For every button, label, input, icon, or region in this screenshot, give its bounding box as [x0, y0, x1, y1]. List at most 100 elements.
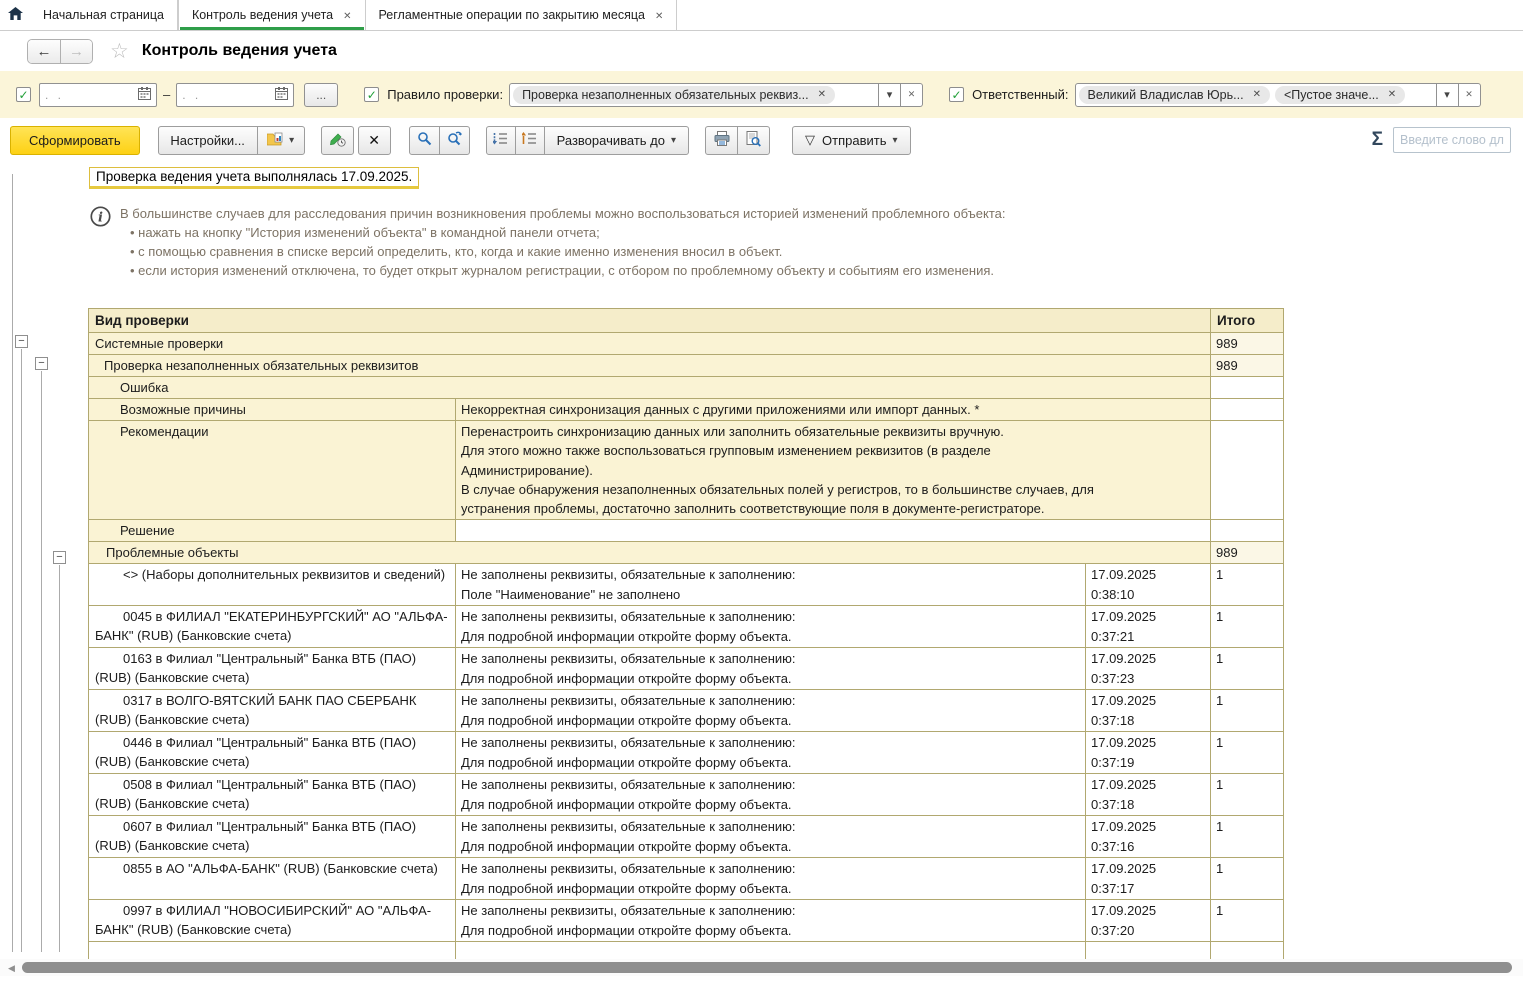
responsible-tag[interactable]: Великий Владислав Юрь... — [1079, 86, 1270, 104]
home-button[interactable] — [0, 0, 30, 30]
causes-label[interactable]: Возможные причины — [89, 399, 456, 421]
expand-all-button[interactable] — [515, 126, 545, 155]
problem-timestamp[interactable]: 17.09.20250:37:21 — [1086, 606, 1211, 648]
system-checks-label[interactable]: Системные проверки — [89, 333, 1211, 355]
date-from-field[interactable]: . . — [39, 83, 157, 107]
object-history-button[interactable] — [321, 126, 354, 155]
problem-timestamp[interactable]: 17.09.20250:38:10 — [1086, 564, 1211, 606]
back-button[interactable] — [28, 40, 60, 63]
rule-group-label[interactable]: Проверка незаполненных обязательных рекв… — [89, 355, 1211, 377]
find-next-button[interactable] — [439, 126, 470, 155]
error-label[interactable]: Ошибка — [89, 377, 1211, 399]
problem-object-name[interactable]: 0997 в ФИЛИАЛ "НОВОСИБИРСКИЙ" АО "АЛЬФА-… — [89, 900, 456, 942]
calendar-icon[interactable] — [275, 87, 288, 103]
problem-count[interactable]: 1 — [1211, 774, 1284, 816]
responsible-clear-button[interactable] — [1459, 83, 1481, 107]
close-icon[interactable] — [343, 9, 351, 22]
problem-count[interactable]: 1 — [1211, 900, 1284, 942]
responsible-checkbox[interactable] — [949, 87, 964, 102]
remove-tag-icon[interactable] — [1388, 90, 1396, 100]
problem-row[interactable]: 0163 в Филиал "Центральный" Банка ВТБ (П… — [89, 648, 1284, 690]
problem-timestamp[interactable]: 17.09.20250:37:18 — [1086, 690, 1211, 732]
remove-tag-icon[interactable] — [818, 90, 826, 100]
problem-timestamp[interactable]: 17.09.20250:37:23 — [1086, 648, 1211, 690]
problem-row[interactable]: 0317 в ВОЛГО-ВЯТСКИЙ БАНК ПАО СБЕРБАНК (… — [89, 690, 1284, 732]
cancel-button[interactable] — [358, 126, 391, 155]
collapse-group-icon[interactable] — [53, 551, 66, 564]
group-row[interactable]: Проверка незаполненных обязательных рекв… — [89, 355, 1284, 377]
problem-row[interactable]: <> (Наборы дополнительных реквизитов и с… — [89, 564, 1284, 606]
forward-button[interactable] — [60, 40, 92, 63]
problem-count[interactable]: 1 — [1211, 858, 1284, 900]
print-preview-button[interactable] — [737, 126, 770, 155]
problem-count[interactable]: 1 — [1211, 816, 1284, 858]
scroll-left-icon[interactable] — [8, 963, 15, 974]
scrollbar-thumb[interactable] — [22, 962, 1512, 973]
period-checkbox[interactable] — [16, 87, 31, 102]
rule-checkbox[interactable] — [364, 87, 379, 102]
find-button[interactable] — [409, 126, 440, 155]
responsible-combo[interactable]: Великий Владислав Юрь... <Пустое значе..… — [1075, 83, 1437, 107]
print-button[interactable] — [705, 126, 738, 155]
rule-group-total[interactable]: 989 — [1211, 355, 1284, 377]
problem-description[interactable]: Не заполнены реквизиты, обязательные к з… — [456, 564, 1086, 606]
rule-clear-button[interactable] — [901, 83, 923, 107]
send-button[interactable]: Отправить — [792, 126, 911, 155]
collapse-group-icon[interactable] — [15, 335, 28, 348]
rule-dropdown-button[interactable] — [879, 83, 901, 107]
problem-row[interactable]: 0997 в ФИЛИАЛ "НОВОСИБИРСКИЙ" АО "АЛЬФА-… — [89, 900, 1284, 942]
problem-description[interactable]: Не заполнены реквизиты, обязательные к з… — [456, 606, 1086, 648]
problem-row[interactable]: 0446 в Филиал "Центральный" Банка ВТБ (П… — [89, 732, 1284, 774]
tab-accounting-control[interactable]: Контроль ведения учета — [178, 0, 366, 30]
report-variants-button[interactable] — [257, 126, 305, 155]
rule-combo[interactable]: Проверка незаполненных обязательных рекв… — [509, 83, 879, 107]
error-row[interactable]: Ошибка — [89, 377, 1284, 399]
horizontal-scrollbar[interactable] — [0, 959, 1523, 976]
problem-description[interactable]: Не заполнены реквизиты, обязательные к з… — [456, 732, 1086, 774]
tab-start-page[interactable]: Начальная страница — [30, 0, 178, 30]
expand-to-button[interactable]: Разворачивать до — [544, 126, 689, 155]
problem-row[interactable]: 0045 в ФИЛИАЛ "ЕКАТЕРИНБУРГСКИЙ" АО "АЛЬ… — [89, 606, 1284, 648]
problem-objects-label[interactable]: Проблемные объекты — [89, 542, 1211, 564]
problem-description[interactable]: Не заполнены реквизиты, обязательные к з… — [456, 774, 1086, 816]
report-status-cell[interactable]: Проверка ведения учета выполнялась 17.09… — [89, 167, 419, 189]
solution-row[interactable]: Решение — [89, 520, 1284, 542]
tab-month-closing[interactable]: Регламентные операции по закрытию месяца — [366, 0, 678, 30]
problem-description[interactable]: Не заполнены реквизиты, обязательные к з… — [456, 690, 1086, 732]
group-row[interactable]: Системные проверки 989 — [89, 333, 1284, 355]
problem-object-name[interactable]: 0163 в Филиал "Центральный" Банка ВТБ (П… — [89, 648, 456, 690]
collapse-group-icon[interactable] — [35, 357, 48, 370]
problem-count[interactable]: 1 — [1211, 690, 1284, 732]
problem-row[interactable]: 0607 в Филиал "Центральный" Банка ВТБ (П… — [89, 816, 1284, 858]
problem-description[interactable]: Не заполнены реквизиты, обязательные к з… — [456, 858, 1086, 900]
problem-count[interactable]: 1 — [1211, 606, 1284, 648]
system-checks-total[interactable]: 989 — [1211, 333, 1284, 355]
remove-tag-icon[interactable] — [1253, 90, 1261, 100]
problem-object-name[interactable]: 0045 в ФИЛИАЛ "ЕКАТЕРИНБУРГСКИЙ" АО "АЛЬ… — [89, 606, 456, 648]
problem-timestamp[interactable]: 17.09.20250:37:19 — [1086, 732, 1211, 774]
collapse-all-button[interactable] — [486, 126, 516, 155]
group-row[interactable]: Проблемные объекты 989 — [89, 542, 1284, 564]
problem-object-name[interactable]: 0446 в Филиал "Центральный" Банка ВТБ (П… — [89, 732, 456, 774]
problem-count[interactable]: 1 — [1211, 648, 1284, 690]
problem-row[interactable]: 0855 в АО "АЛЬФА-БАНК" (RUB) (Банковские… — [89, 858, 1284, 900]
problem-description[interactable]: Не заполнены реквизиты, обязательные к з… — [456, 648, 1086, 690]
rule-tag[interactable]: Проверка незаполненных обязательных рекв… — [513, 86, 835, 104]
problem-object-name[interactable]: 0317 в ВОЛГО-ВЯТСКИЙ БАНК ПАО СБЕРБАНК (… — [89, 690, 456, 732]
problem-timestamp[interactable]: 17.09.20250:37:18 — [1086, 774, 1211, 816]
problem-object-name[interactable]: 0607 в Филиал "Центральный" Банка ВТБ (П… — [89, 816, 456, 858]
solution-label[interactable]: Решение — [89, 520, 456, 542]
period-more-button[interactable]: ... — [304, 83, 338, 107]
problem-objects-total[interactable]: 989 — [1211, 542, 1284, 564]
quick-search-input[interactable] — [1393, 127, 1511, 153]
recommendations-value[interactable]: Перенастроить синхронизацию данных или з… — [456, 421, 1211, 520]
causes-value[interactable]: Некорректная синхронизация данных с друг… — [456, 399, 1211, 421]
problem-object-name[interactable]: 0855 в АО "АЛЬФА-БАНК" (RUB) (Банковские… — [89, 858, 456, 900]
problem-object-name[interactable]: <> (Наборы дополнительных реквизитов и с… — [89, 564, 456, 606]
problem-row[interactable]: 0508 в Филиал "Центральный" Банка ВТБ (П… — [89, 774, 1284, 816]
responsible-tag[interactable]: <Пустое значе... — [1275, 86, 1405, 104]
problem-object-name[interactable]: 0508 в Филиал "Центральный" Банка ВТБ (П… — [89, 774, 456, 816]
recommendations-label[interactable]: Рекомендации — [89, 421, 456, 520]
problem-description[interactable]: Не заполнены реквизиты, обязательные к з… — [456, 816, 1086, 858]
causes-row[interactable]: Возможные причины Некорректная синхрониз… — [89, 399, 1284, 421]
